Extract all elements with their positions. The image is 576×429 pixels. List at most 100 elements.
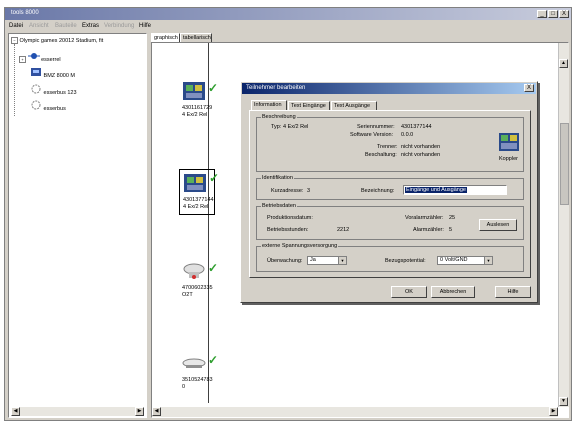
voralarm-label: Voralarmzähler: [405,215,444,221]
title-bar[interactable]: tools 8000 _ □ X [5,8,571,20]
bezugspotential-select[interactable]: 0 Volt/GND ▼ [437,256,493,265]
scroll-left-button[interactable]: ◀ [152,407,161,416]
device-desc: 4 Ex/2 Rel [182,112,208,118]
bezeichnung-input[interactable]: Eingänge und Ausgänge [403,185,507,195]
typ-label: Typ: [271,124,282,130]
tab-text-eingaenge[interactable]: Text Eingänge [288,101,330,110]
scroll-up-button[interactable]: ▲ [559,59,568,68]
status-check-icon: ✓ [208,261,219,275]
minimize-button[interactable]: _ [537,10,547,18]
device-id: 4301161729 [182,105,213,111]
loop-icon [31,84,41,94]
abbrechen-button[interactable]: Abbrechen [431,286,475,298]
hilfe-button[interactable]: Hilfe [495,286,531,298]
kurzadresse-label: Kurzadresse: [271,188,304,194]
software-value: 0.0.0 [401,132,414,138]
auslesen-button[interactable]: Auslesen [479,219,517,231]
betriebsstunden-label: Betriebsstunden: [267,227,309,233]
chevron-down-icon[interactable]: ▼ [484,257,492,264]
group-label: Betriebsdaten [261,203,297,209]
ueberwachung-select[interactable]: Ja ▼ [307,256,347,265]
menu-bauteile[interactable]: Bauteile [55,23,77,29]
scroll-right-button[interactable]: ▶ [549,407,558,416]
tree-item[interactable]: esserbus [30,100,66,112]
scroll-thumb[interactable] [560,123,569,205]
coupler-icon [499,133,519,151]
tree-item[interactable]: BMZ 8000 M [30,67,75,79]
beschaltung-value: nicht vorhanden [401,152,441,158]
tree-root-label: Olympic games 20012 Stadium, fit [19,38,104,44]
tree-item-label: esserbus [43,106,66,112]
betriebsstunden-value: 2212 [337,227,350,233]
bus-icon [27,53,40,59]
tab-text-ausgaenge[interactable]: Text Ausgänge [331,101,377,110]
menu-datei[interactable]: Datei [9,23,23,29]
ok-button[interactable]: OK [391,286,427,298]
ueberwachung-label: Überwachung: [267,258,303,264]
typ-value: 4 Ex/2 Rel [283,124,309,130]
device-node[interactable]: ✓ 4301161729 4 Ex/2 Rel [182,81,218,118]
bezugspotential-label: Bezugspotential: [385,258,426,264]
device-node-selected[interactable]: ✓ 4301377144 4 Ex/2 Rel [179,169,219,215]
device-node[interactable]: ✓ 4700602335 O2T [182,261,218,298]
device-node[interactable]: ✓ 3510524783 0 [182,353,218,390]
alarmzaehler-value: 5 [449,227,453,233]
group-label: externe Spannungsversorgung [261,243,339,249]
close-button[interactable]: X [559,10,569,18]
trenner-label: Trenner: [377,144,398,150]
bezugspotential-value: 0 Volt/GND [440,257,468,263]
tree-panel[interactable]: − Olympic games 20012 Stadium, fit + ess… [8,33,147,418]
tree-hscrollbar[interactable]: ◀ ▶ [11,407,144,416]
tree-item-label: esserbus 123 [43,90,77,96]
device-desc: 4 Ex/2 Rel [183,204,209,210]
collapse-icon[interactable]: − [11,37,18,44]
dialog-title-bar[interactable]: Teilnehmer bearbeiten X [242,83,536,94]
group-spannung: externe Spannungsversorgung Überwachung:… [256,243,524,272]
serien-value: 4301377144 [401,124,432,130]
produktionsdatum-label: Produktionsdatum: [267,215,313,221]
coupler-icon [184,174,206,192]
beschaltung-label: Beschaltung: [365,152,397,158]
status-check-icon: ✓ [208,81,219,95]
group-betriebsdaten: Betriebsdaten Produktionsdatum: Betriebs… [256,203,524,240]
scroll-right-button[interactable]: ▶ [135,407,144,416]
device-label: 4700602335 O2T [182,285,242,299]
device-id: 4700602335 [182,285,213,291]
status-check-icon: ✓ [208,353,219,367]
tree-item[interactable]: esserbus 123 [30,84,77,96]
menu-extras[interactable]: Extras [82,23,99,29]
kurzadresse-value: 3 [307,188,311,194]
group-label: Beschreibung [261,114,297,120]
expand-icon[interactable]: + [19,56,26,63]
graph-hscrollbar[interactable]: ◀ ▶ [152,407,558,417]
scroll-left-button[interactable]: ◀ [11,407,20,416]
tab-information[interactable]: Information [251,100,287,110]
device-desc: O2T [182,292,193,298]
voralarm-value: 25 [449,215,456,221]
maximize-button[interactable]: □ [548,10,558,18]
chevron-down-icon[interactable]: ▼ [338,257,346,264]
menu-bar: Datei Ansicht Bauteile Extras Verbindung… [5,21,571,31]
software-label: Software Version: [350,132,394,138]
tab-tabellarisch[interactable]: tabellarisch [180,33,212,42]
panel-icon [31,68,41,76]
menu-hilfe[interactable]: Hilfe [139,23,151,29]
device-id: 4301377144 [183,197,214,203]
coupler-caption: Koppler [499,156,518,162]
group-identifikation: Identifikation Kurzadresse: 3 Bezeichnun… [256,175,524,200]
menu-ansicht[interactable]: Ansicht [29,23,49,29]
menu-verbindung[interactable]: Verbindung [104,23,134,29]
tab-graphisch[interactable]: graphisch [151,33,180,42]
scroll-down-button[interactable]: ▼ [559,397,568,406]
device-label: 3510524783 0 [182,377,242,391]
tree-item[interactable]: + esserrel [19,51,61,63]
tab-panel: Beschreibung Typ: 4 Ex/2 Rel Seriennumme… [249,110,531,278]
graph-vscrollbar[interactable]: ▲ ▼ [558,43,569,407]
tree-root[interactable]: − Olympic games 20012 Stadium, fit [11,37,103,44]
dialog-close-button[interactable]: X [524,84,534,92]
group-label: Identifikation [261,175,294,181]
window-title: tools 8000 [11,10,39,16]
status-check-icon: ✓ [209,171,220,185]
device-label: 4301161729 4 Ex/2 Rel [182,105,242,119]
tree-item-label: esserrel [41,57,61,63]
